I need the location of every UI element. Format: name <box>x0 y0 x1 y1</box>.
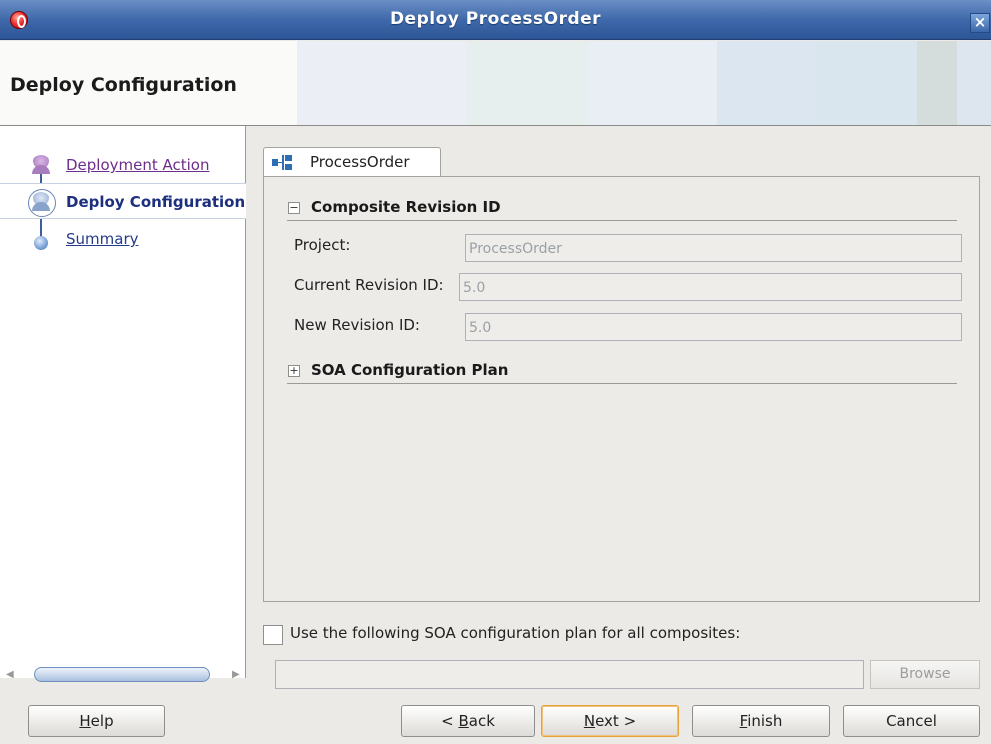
project-label: Project: <box>294 236 351 254</box>
step-deployment-action[interactable]: Deployment Action <box>0 147 246 183</box>
section-heading: Composite Revision ID <box>311 198 501 216</box>
visited-step-icon <box>31 155 51 175</box>
back-button[interactable]: < Back <box>401 705 535 737</box>
composite-revision-section: − Composite Revision ID <box>287 197 957 221</box>
new-revision-label: New Revision ID: <box>294 316 420 334</box>
close-icon[interactable]: × <box>970 13 990 33</box>
step-label[interactable]: Deployment Action <box>66 156 210 174</box>
cancel-button[interactable]: Cancel <box>843 705 980 737</box>
page-heading: Deploy Configuration <box>10 74 237 96</box>
tab-label: ProcessOrder <box>310 153 410 171</box>
finish-button[interactable]: Finish <box>692 705 830 737</box>
project-field[interactable]: ProcessOrder <box>465 234 962 262</box>
window-title: Deploy ProcessOrder <box>389 9 602 29</box>
wizard-step-list: Deployment Action Deploy Configuration S… <box>0 126 246 682</box>
title-bar: Deploy ProcessOrder × <box>0 0 991 40</box>
tab-processorder[interactable]: ProcessOrder <box>263 147 441 177</box>
use-plan-label[interactable]: Use the following SOA configuration plan… <box>290 624 740 642</box>
current-revision-label: Current Revision ID: <box>294 276 444 294</box>
new-revision-field[interactable]: 5.0 <box>465 313 962 341</box>
step-label: Deploy Configuration <box>66 193 244 211</box>
current-revision-field[interactable]: 5.0 <box>459 273 962 301</box>
next-button[interactable]: Next > <box>541 705 679 737</box>
composite-icon <box>272 155 294 170</box>
scrollbar-thumb[interactable] <box>34 667 210 682</box>
expand-toggle-icon[interactable]: + <box>288 365 300 377</box>
help-button[interactable]: Help <box>28 705 165 737</box>
wizard-header: Deploy Configuration <box>0 41 991 126</box>
section-heading: SOA Configuration Plan <box>311 361 509 379</box>
current-step-icon <box>28 189 56 217</box>
soa-configuration-plan-section: + SOA Configuration Plan <box>287 360 957 384</box>
nav-horizontal-scrollbar[interactable]: ◀ ▶ <box>4 666 242 684</box>
step-label[interactable]: Summary <box>66 230 139 248</box>
pending-step-icon <box>34 236 48 250</box>
browse-button[interactable]: Browse <box>870 660 980 689</box>
use-plan-checkbox[interactable] <box>263 625 283 645</box>
plan-path-field[interactable] <box>275 660 864 689</box>
collapse-toggle-icon[interactable]: − <box>288 202 300 214</box>
scroll-right-icon[interactable]: ▶ <box>232 669 240 680</box>
step-deploy-configuration[interactable]: Deploy Configuration <box>0 183 246 219</box>
step-summary[interactable]: Summary <box>0 223 246 259</box>
scroll-left-icon[interactable]: ◀ <box>6 669 14 680</box>
